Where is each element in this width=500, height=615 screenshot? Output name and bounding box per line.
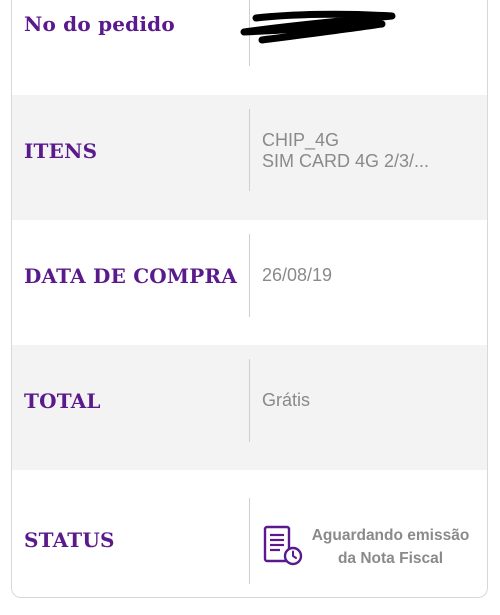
items-value-line1: CHIP_4G bbox=[262, 130, 340, 150]
order-number-label: No do pedido bbox=[24, 12, 175, 36]
purchase-date-value: 26/08/19 bbox=[262, 265, 333, 285]
items-value: CHIP_4G SIM CARD 4G 2/3/... bbox=[262, 130, 429, 172]
status-text-line2: da Nota Fiscal bbox=[337, 550, 444, 567]
order-details-card: No do pedido ITENS CHIP_4G SIM CARD 4G 2… bbox=[11, 0, 488, 598]
purchase-date-label: DATA DE COMPRA bbox=[24, 264, 238, 288]
row-divider bbox=[249, 109, 250, 191]
items-row: ITENS CHIP_4G SIM CARD 4G 2/3/... bbox=[12, 95, 487, 220]
order-number-row: No do pedido bbox=[12, 0, 487, 95]
total-label: TOTAL bbox=[24, 389, 101, 413]
purchase-date-row: DATA DE COMPRA 26/08/19 bbox=[12, 220, 487, 345]
status-text-line1: Aguardando emissão bbox=[311, 527, 470, 544]
redaction-scribble bbox=[240, 10, 396, 44]
row-divider bbox=[249, 234, 250, 317]
invoice-clock-icon bbox=[263, 525, 303, 566]
items-label: ITENS bbox=[24, 139, 98, 163]
items-value-line2: SIM CARD 4G 2/3/... bbox=[262, 151, 430, 171]
status-row: STATUS Aguardando emissão da Nota Fiscal bbox=[12, 470, 487, 597]
total-row: TOTAL Grátis bbox=[12, 345, 487, 470]
status-label: STATUS bbox=[24, 528, 115, 552]
status-value: Aguardando emissão da Nota Fiscal bbox=[262, 524, 473, 570]
row-divider bbox=[249, 498, 250, 584]
status-text: Aguardando emissão da Nota Fiscal bbox=[308, 524, 473, 570]
row-divider bbox=[249, 359, 250, 442]
total-value: Grátis bbox=[262, 390, 311, 410]
